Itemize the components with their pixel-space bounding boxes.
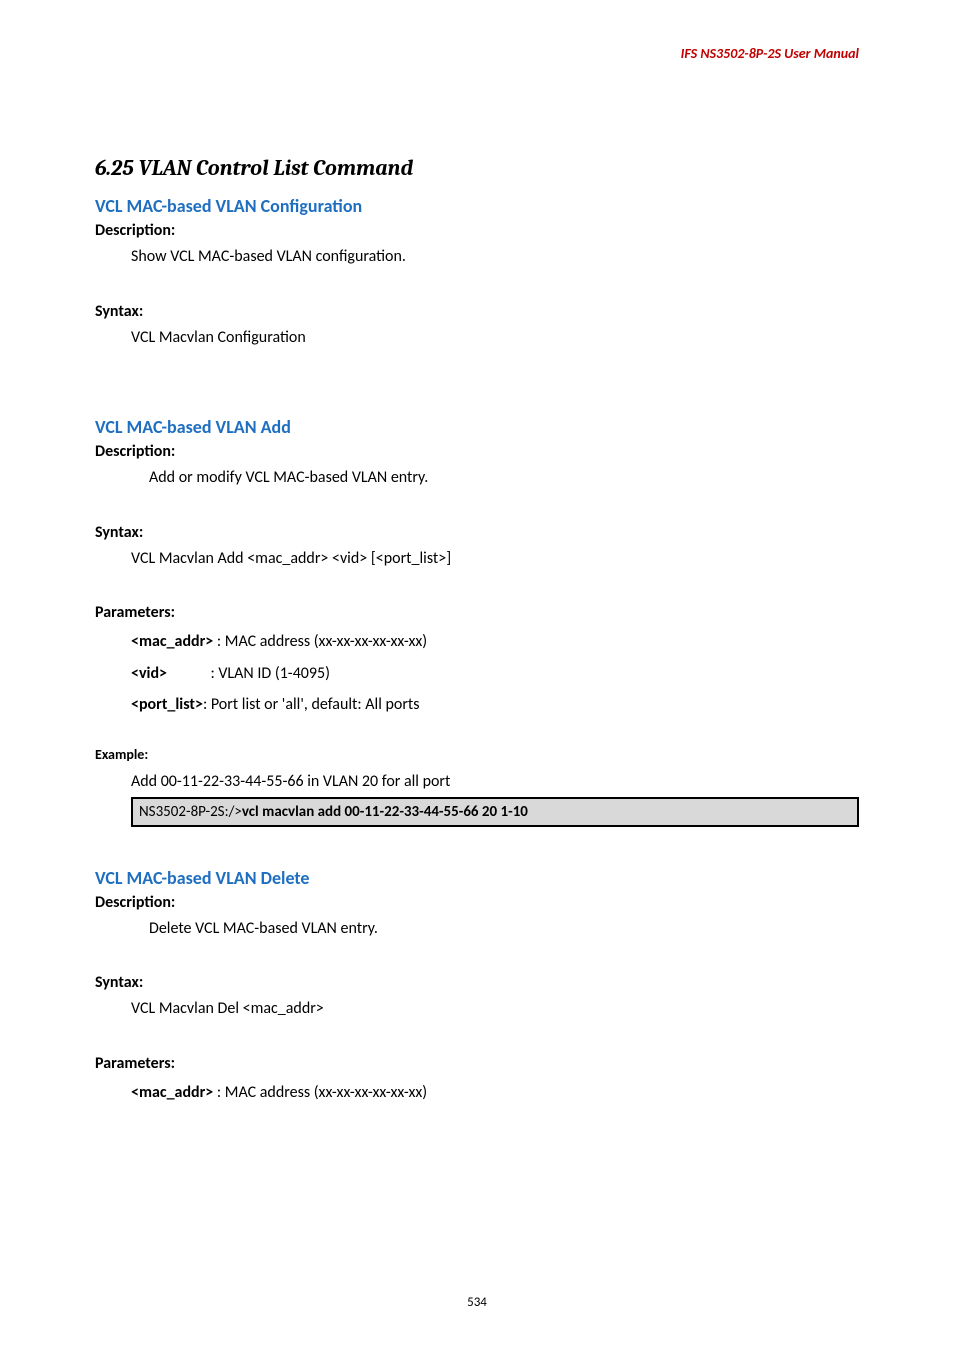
cmd2-syntax-text: VCL Macvlan Add <mac_addr> <vid> [<port_… bbox=[131, 546, 859, 572]
cmd3-title: VCL MAC-based VLAN Delete bbox=[95, 867, 859, 889]
param-mac-addr: <mac_addr> : MAC address (xx-xx-xx-xx-xx… bbox=[131, 626, 859, 657]
running-header: IFS NS3502-8P-2S User Manual bbox=[681, 45, 859, 62]
cmd2-code-box: NS3502-8P-2S:/>vcl macvlan add 00-11-22-… bbox=[131, 797, 859, 827]
section-title: 6.25 VLAN Control List Command bbox=[95, 155, 859, 181]
cmd2-example-label: Example: bbox=[95, 746, 859, 763]
page-number: 534 bbox=[0, 1295, 954, 1310]
param-vid: <vid> : VLAN ID (1-4095) bbox=[131, 658, 859, 689]
cmd3-params-label: Parameters: bbox=[95, 1054, 859, 1073]
cmd1-title: VCL MAC-based VLAN Configuration bbox=[95, 195, 859, 217]
cmd2-example-text: Add 00-11-22-33-44-55-66 in VLAN 20 for … bbox=[131, 769, 859, 795]
cmd1-syntax-label: Syntax: bbox=[95, 302, 859, 321]
cmd3-desc-label: Description: bbox=[95, 893, 859, 912]
cmd2-params-label: Parameters: bbox=[95, 603, 859, 622]
cmd1-desc-label: Description: bbox=[95, 221, 859, 240]
cmd2-desc-text: Add or modify VCL MAC-based VLAN entry. bbox=[149, 465, 859, 491]
cmd2-desc-label: Description: bbox=[95, 442, 859, 461]
code-command: vcl macvlan add 00-11-22-33-44-55-66 20 … bbox=[242, 803, 528, 821]
cmd3-syntax-label: Syntax: bbox=[95, 973, 859, 992]
cmd2-syntax-label: Syntax: bbox=[95, 523, 859, 542]
cmd3-desc-text: Delete VCL MAC-based VLAN entry. bbox=[149, 916, 859, 942]
cmd2-title: VCL MAC-based VLAN Add bbox=[95, 416, 859, 438]
code-prefix: NS3502-8P-2S:/> bbox=[139, 803, 242, 821]
cmd3-syntax-text: VCL Macvlan Del <mac_addr> bbox=[131, 996, 859, 1022]
cmd1-syntax-text: VCL Macvlan Configuration bbox=[131, 325, 859, 351]
param-port-list: <port_list>: Port list or 'all', default… bbox=[131, 689, 859, 720]
cmd1-desc-text: Show VCL MAC-based VLAN configuration. bbox=[131, 244, 859, 270]
cmd3-param-mac-addr: <mac_addr> : MAC address (xx-xx-xx-xx-xx… bbox=[131, 1077, 859, 1108]
